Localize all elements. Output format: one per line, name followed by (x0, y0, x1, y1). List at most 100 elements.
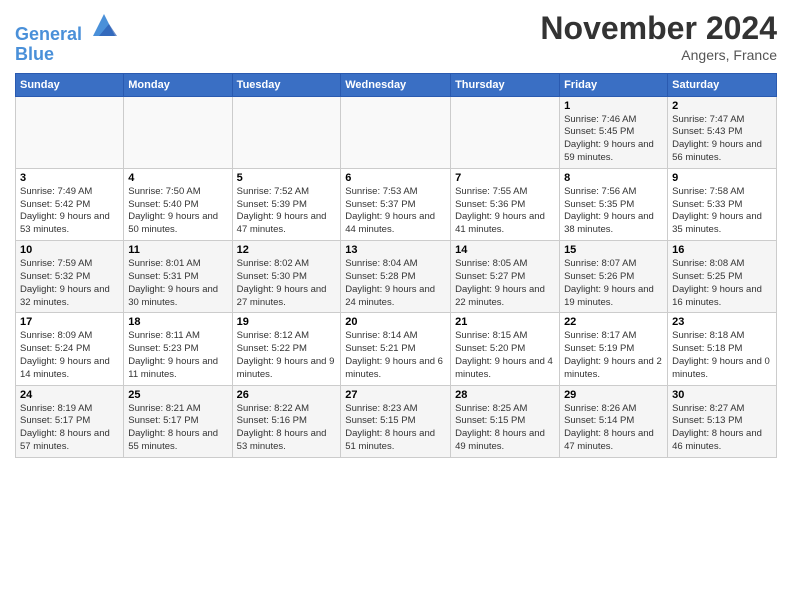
day-info: Sunrise: 8:23 AM Sunset: 5:15 PM Dayligh… (345, 403, 446, 454)
month-title: November 2024 (540, 10, 777, 47)
calendar-cell (451, 96, 560, 168)
day-info: Sunrise: 8:26 AM Sunset: 5:14 PM Dayligh… (564, 403, 663, 454)
day-info: Sunrise: 8:25 AM Sunset: 5:15 PM Dayligh… (455, 403, 555, 454)
day-info: Sunrise: 7:59 AM Sunset: 5:32 PM Dayligh… (20, 258, 119, 309)
day-info: Sunrise: 7:47 AM Sunset: 5:43 PM Dayligh… (672, 114, 772, 165)
calendar-cell: 2Sunrise: 7:47 AM Sunset: 5:43 PM Daylig… (668, 96, 777, 168)
week-row-3: 10 Sunrise: 7:59 AM Sunset: 5:32 PM Dayli… (16, 241, 777, 313)
day-info: Sunrise: 8:12 AM Sunset: 5:22 PM Dayligh… (237, 330, 337, 381)
logo-blue: Blue (15, 45, 119, 65)
day-number: 13 (345, 244, 446, 256)
day-number: 1 (564, 100, 663, 112)
day-number: 11 (128, 244, 227, 256)
day-number: 30 (672, 389, 772, 401)
day-info: Sunrise: 7:49 AM Sunset: 5:42 PM Dayligh… (20, 186, 119, 237)
day-info: Sunrise: 8:27 AM Sunset: 5:13 PM Dayligh… (672, 403, 772, 454)
calendar-cell: 30 Sunrise: 8:27 AM Sunset: 5:13 PM Dayli… (668, 385, 777, 457)
day-number: 7 (455, 172, 555, 184)
day-number: 27 (345, 389, 446, 401)
day-header-tuesday: Tuesday (232, 73, 341, 96)
calendar-cell: 24Sunrise: 8:19 AM Sunset: 5:17 PM Dayli… (16, 385, 124, 457)
day-info: Sunrise: 8:19 AM Sunset: 5:17 PM Dayligh… (20, 403, 119, 454)
day-number: 28 (455, 389, 555, 401)
calendar-cell: 18 Sunrise: 8:11 AM Sunset: 5:23 PM Dayli… (124, 313, 232, 385)
day-number: 4 (128, 172, 227, 184)
day-info: Sunrise: 8:14 AM Sunset: 5:21 PM Dayligh… (345, 330, 446, 381)
calendar-cell: 3Sunrise: 7:49 AM Sunset: 5:42 PM Daylig… (16, 168, 124, 240)
calendar-cell (341, 96, 451, 168)
day-info: Sunrise: 8:02 AM Sunset: 5:30 PM Dayligh… (237, 258, 337, 309)
location: Angers, France (540, 47, 777, 63)
day-info: Sunrise: 8:09 AM Sunset: 5:24 PM Dayligh… (20, 330, 119, 381)
calendar-cell: 6 Sunrise: 7:53 AM Sunset: 5:37 PM Daylig… (341, 168, 451, 240)
page-header: General Blue November 2024 Angers, Franc… (15, 10, 777, 65)
day-number: 21 (455, 316, 555, 328)
day-header-saturday: Saturday (668, 73, 777, 96)
calendar-cell: 11 Sunrise: 8:01 AM Sunset: 5:31 PM Dayli… (124, 241, 232, 313)
day-header-wednesday: Wednesday (341, 73, 451, 96)
calendar-cell: 26Sunrise: 8:22 AM Sunset: 5:16 PM Dayli… (232, 385, 341, 457)
calendar-cell: 16 Sunrise: 8:08 AM Sunset: 5:25 PM Dayli… (668, 241, 777, 313)
calendar-cell: 27 Sunrise: 8:23 AM Sunset: 5:15 PM Dayli… (341, 385, 451, 457)
logo-general: General (15, 24, 82, 44)
day-number: 9 (672, 172, 772, 184)
week-row-5: 24Sunrise: 8:19 AM Sunset: 5:17 PM Dayli… (16, 385, 777, 457)
title-area: November 2024 Angers, France (540, 10, 777, 63)
calendar-cell: 19 Sunrise: 8:12 AM Sunset: 5:22 PM Dayli… (232, 313, 341, 385)
day-info: Sunrise: 8:07 AM Sunset: 5:26 PM Dayligh… (564, 258, 663, 309)
calendar-cell: 10 Sunrise: 7:59 AM Sunset: 5:32 PM Dayli… (16, 241, 124, 313)
day-number: 10 (20, 244, 119, 256)
calendar-cell: 8Sunrise: 7:56 AM Sunset: 5:35 PM Daylig… (560, 168, 668, 240)
week-row-1: 1 Sunrise: 7:46 AM Sunset: 5:45 PM Daylig… (16, 96, 777, 168)
day-header-monday: Monday (124, 73, 232, 96)
day-info: Sunrise: 7:55 AM Sunset: 5:36 PM Dayligh… (455, 186, 555, 237)
calendar-cell (232, 96, 341, 168)
day-info: Sunrise: 7:56 AM Sunset: 5:35 PM Dayligh… (564, 186, 663, 237)
calendar-cell: 23Sunrise: 8:18 AM Sunset: 5:18 PM Dayli… (668, 313, 777, 385)
day-number: 18 (128, 316, 227, 328)
calendar-cell: 20 Sunrise: 8:14 AM Sunset: 5:21 PM Dayli… (341, 313, 451, 385)
day-number: 19 (237, 316, 337, 328)
logo-icon (89, 10, 119, 40)
page-container: General Blue November 2024 Angers, Franc… (0, 0, 792, 468)
day-info: Sunrise: 8:21 AM Sunset: 5:17 PM Dayligh… (128, 403, 227, 454)
day-number: 25 (128, 389, 227, 401)
day-info: Sunrise: 8:11 AM Sunset: 5:23 PM Dayligh… (128, 330, 227, 381)
day-info: Sunrise: 7:53 AM Sunset: 5:37 PM Dayligh… (345, 186, 446, 237)
day-number: 6 (345, 172, 446, 184)
calendar-cell: 13Sunrise: 8:04 AM Sunset: 5:28 PM Dayli… (341, 241, 451, 313)
day-header-friday: Friday (560, 73, 668, 96)
day-info: Sunrise: 8:18 AM Sunset: 5:18 PM Dayligh… (672, 330, 772, 381)
logo-text: General (15, 10, 119, 45)
calendar-cell: 1 Sunrise: 7:46 AM Sunset: 5:45 PM Daylig… (560, 96, 668, 168)
header-row: SundayMondayTuesdayWednesdayThursdayFrid… (16, 73, 777, 96)
day-number: 17 (20, 316, 119, 328)
calendar-cell: 9Sunrise: 7:58 AM Sunset: 5:33 PM Daylig… (668, 168, 777, 240)
day-info: Sunrise: 7:50 AM Sunset: 5:40 PM Dayligh… (128, 186, 227, 237)
day-header-thursday: Thursday (451, 73, 560, 96)
day-number: 15 (564, 244, 663, 256)
week-row-2: 3Sunrise: 7:49 AM Sunset: 5:42 PM Daylig… (16, 168, 777, 240)
day-info: Sunrise: 7:46 AM Sunset: 5:45 PM Dayligh… (564, 114, 663, 165)
day-number: 12 (237, 244, 337, 256)
calendar-cell: 5 Sunrise: 7:52 AM Sunset: 5:39 PM Daylig… (232, 168, 341, 240)
day-number: 14 (455, 244, 555, 256)
day-info: Sunrise: 8:05 AM Sunset: 5:27 PM Dayligh… (455, 258, 555, 309)
day-number: 20 (345, 316, 446, 328)
day-info: Sunrise: 8:08 AM Sunset: 5:25 PM Dayligh… (672, 258, 772, 309)
day-info: Sunrise: 7:52 AM Sunset: 5:39 PM Dayligh… (237, 186, 337, 237)
calendar-cell: 17 Sunrise: 8:09 AM Sunset: 5:24 PM Dayli… (16, 313, 124, 385)
day-number: 26 (237, 389, 337, 401)
calendar-cell (124, 96, 232, 168)
day-info: Sunrise: 8:01 AM Sunset: 5:31 PM Dayligh… (128, 258, 227, 309)
day-header-sunday: Sunday (16, 73, 124, 96)
day-number: 5 (237, 172, 337, 184)
week-row-4: 17 Sunrise: 8:09 AM Sunset: 5:24 PM Dayli… (16, 313, 777, 385)
calendar-cell: 15 Sunrise: 8:07 AM Sunset: 5:26 PM Dayli… (560, 241, 668, 313)
day-number: 29 (564, 389, 663, 401)
calendar-cell: 7 Sunrise: 7:55 AM Sunset: 5:36 PM Daylig… (451, 168, 560, 240)
day-number: 22 (564, 316, 663, 328)
calendar-cell: 22Sunrise: 8:17 AM Sunset: 5:19 PM Dayli… (560, 313, 668, 385)
day-number: 16 (672, 244, 772, 256)
calendar-cell: 14 Sunrise: 8:05 AM Sunset: 5:27 PM Dayli… (451, 241, 560, 313)
